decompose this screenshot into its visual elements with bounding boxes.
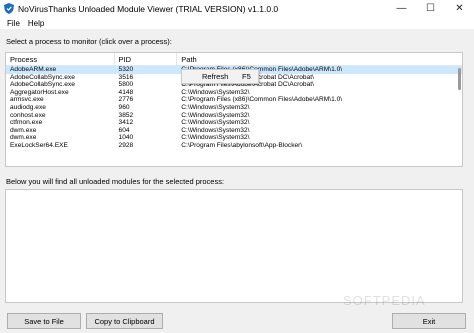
- watermark: SOFTPEDIA: [343, 293, 426, 308]
- process-name: audiodg.exe: [10, 103, 46, 111]
- process-pid: 1040: [118, 134, 134, 142]
- menu-help[interactable]: Help: [24, 19, 48, 28]
- table-row[interactable]: dwm.exe 604 C:\Windows\System32\: [6, 127, 462, 135]
- process-name: AdobeCollabSync.exe: [10, 81, 75, 89]
- context-menu: Refresh F5: [181, 69, 259, 84]
- vertical-scrollbar[interactable]: [457, 66, 462, 166]
- table-row[interactable]: ctfmon.exe 3412 C:\Windows\System32\: [6, 119, 462, 127]
- table-row[interactable]: audiodg.exe 960 C:\Windows\System32\: [6, 104, 462, 112]
- process-name: armsvc.exe: [10, 96, 44, 104]
- column-header-process[interactable]: Process: [6, 53, 115, 65]
- process-name: dwm.exe: [10, 126, 37, 134]
- process-pid: 2928: [118, 141, 134, 149]
- table-header: Process PID Path: [6, 53, 462, 66]
- process-name: ctfmon.exe: [10, 119, 43, 127]
- process-path: C:\Windows\System32\: [181, 111, 250, 119]
- process-pid: 3516: [118, 73, 134, 81]
- process-name: conhost.exe: [10, 111, 46, 119]
- process-pid: 3412: [118, 119, 134, 127]
- context-menu-shortcut: F5: [242, 72, 251, 81]
- menu-file[interactable]: File: [3, 19, 24, 28]
- process-path: C:\Windows\System32\: [181, 88, 250, 96]
- process-path: C:\Windows\System32\: [181, 119, 250, 127]
- exit-button[interactable]: Exit: [392, 313, 466, 329]
- process-name: dwm.exe: [10, 134, 37, 142]
- column-header-pid[interactable]: PID: [115, 53, 178, 65]
- table-row[interactable]: conhost.exe 3852 C:\Windows\System32\: [6, 112, 462, 120]
- process-path: C:\Windows\System32\: [181, 134, 250, 142]
- window-title: NoVirusThanks Unloaded Module Viewer (TR…: [18, 3, 279, 14]
- process-name: AggregatorHost.exe: [10, 88, 69, 96]
- process-pid: 604: [118, 126, 130, 134]
- process-name: AdobeCollabSync.exe: [10, 73, 75, 81]
- copy-to-clipboard-button[interactable]: Copy to Clipboard: [86, 313, 163, 329]
- scrollbar-thumb[interactable]: [458, 68, 461, 90]
- process-path: C:\Program Files (x86)\Common Files\Adob…: [181, 96, 343, 104]
- column-header-path[interactable]: Path: [177, 53, 462, 65]
- title-bar: NoVirusThanks Unloaded Module Viewer (TR…: [0, 0, 474, 17]
- app-shield-icon: [3, 3, 14, 14]
- process-pid: 3852: [118, 111, 134, 119]
- process-path: C:\Program Files\abylonsoft\App-Blocker\: [181, 141, 303, 149]
- save-to-file-button[interactable]: Save to File: [7, 313, 81, 329]
- process-path: C:\Windows\System32\: [181, 103, 250, 111]
- process-name: ExeLockSer64.EXE: [10, 141, 68, 149]
- minimize-button[interactable]: —: [387, 0, 416, 17]
- close-button[interactable]: ✕: [445, 0, 474, 17]
- table-row[interactable]: ExeLockSer64.EXE 2928 C:\Program Files\a…: [6, 142, 462, 150]
- table-row[interactable]: AggregatorHost.exe 4148 C:\Windows\Syste…: [6, 89, 462, 97]
- unloaded-modules-label: Below you will find all unloaded modules…: [6, 177, 225, 186]
- maximize-button[interactable]: ☐: [416, 0, 445, 17]
- process-path: C:\Windows\System32\: [181, 126, 250, 134]
- select-process-label: Select a process to monitor (click over …: [6, 37, 172, 46]
- process-pid: 5800: [118, 81, 134, 89]
- process-pid: 960: [118, 103, 130, 111]
- context-menu-refresh[interactable]: Refresh: [182, 72, 242, 81]
- process-pid: 5320: [118, 66, 134, 73]
- process-pid: 4148: [118, 88, 134, 96]
- process-pid: 2776: [118, 96, 134, 104]
- table-row[interactable]: armsvc.exe 2776 C:\Program Files (x86)\C…: [6, 96, 462, 104]
- table-row[interactable]: dwm.exe 1040 C:\Windows\System32\: [6, 134, 462, 142]
- unloaded-modules-list[interactable]: [5, 189, 463, 303]
- menu-bar: File Help: [0, 17, 474, 29]
- process-name: AdobeARM.exe: [10, 66, 57, 73]
